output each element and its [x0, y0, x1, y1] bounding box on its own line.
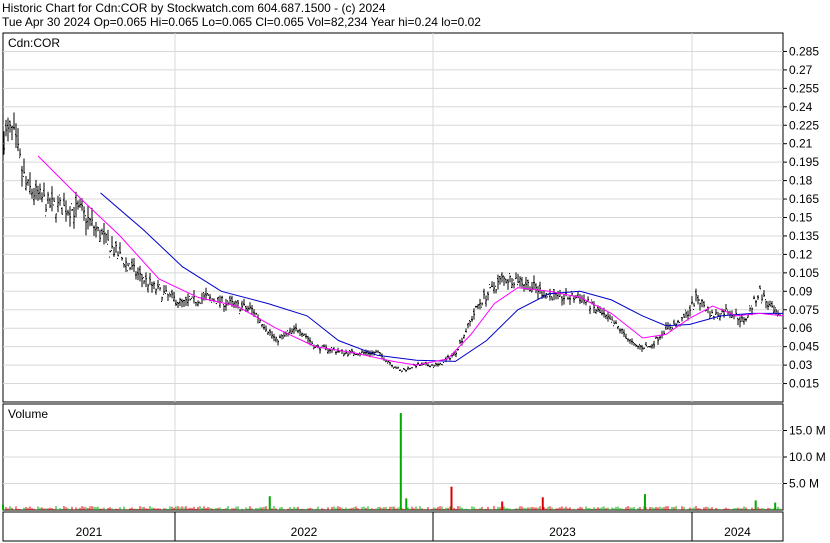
price-tick-label: 0.21 — [789, 137, 813, 151]
price-tick-label: 0.045 — [789, 340, 819, 354]
stock-chart-window: 0.285 0.27 0.255 0.24 0.225 0.21 0.195 0.18 0.16… — [0, 0, 830, 543]
price-tick-label: 0.15 — [789, 211, 813, 225]
price-tick-label: 0.06 — [789, 321, 813, 335]
price-tick-label: 0.075 — [789, 303, 819, 317]
volume-label: Volume — [8, 407, 48, 421]
price-tick-label: 0.105 — [789, 266, 819, 280]
symbol-label: Cdn:COR — [8, 36, 60, 50]
year-label: 2024 — [724, 525, 751, 539]
price-tick-label: 0.165 — [789, 192, 819, 206]
volume-tick-label: 5.0 M — [789, 477, 819, 491]
price-tick-label: 0.03 — [789, 358, 813, 372]
year-label: 2021 — [76, 525, 103, 539]
price-tick-label: 0.285 — [789, 44, 819, 58]
volume-tick-label: 15.0 M — [789, 424, 826, 438]
price-tick-label: 0.195 — [789, 155, 819, 169]
price-tick-label: 0.18 — [789, 174, 813, 188]
volume-tick-label: 10.0 M — [789, 450, 826, 464]
year-label: 2023 — [549, 525, 576, 539]
price-tick-label: 0.09 — [789, 284, 813, 298]
price-tick-label: 0.255 — [789, 81, 819, 95]
price-tick-label: 0.135 — [789, 229, 819, 243]
quote-summary: Tue Apr 30 2024 Op=0.065 Hi=0.065 Lo=0.0… — [2, 15, 481, 29]
price-tick-label: 0.225 — [789, 118, 819, 132]
price-panel: 0.285 0.27 0.255 0.24 0.225 0.21 0.195 0.18 0.16… — [2, 32, 819, 403]
year-label: 2022 — [291, 525, 318, 539]
chart-title: Historic Chart for Cdn:COR by Stockwatch… — [2, 1, 386, 15]
price-tick-label: 0.27 — [789, 63, 813, 77]
price-tick-label: 0.015 — [789, 377, 819, 391]
price-tick-label: 0.24 — [789, 100, 813, 114]
chart-canvas: 0.285 0.27 0.255 0.24 0.225 0.21 0.195 0.18 0.16… — [0, 0, 830, 543]
price-tick-label: 0.12 — [789, 247, 813, 261]
